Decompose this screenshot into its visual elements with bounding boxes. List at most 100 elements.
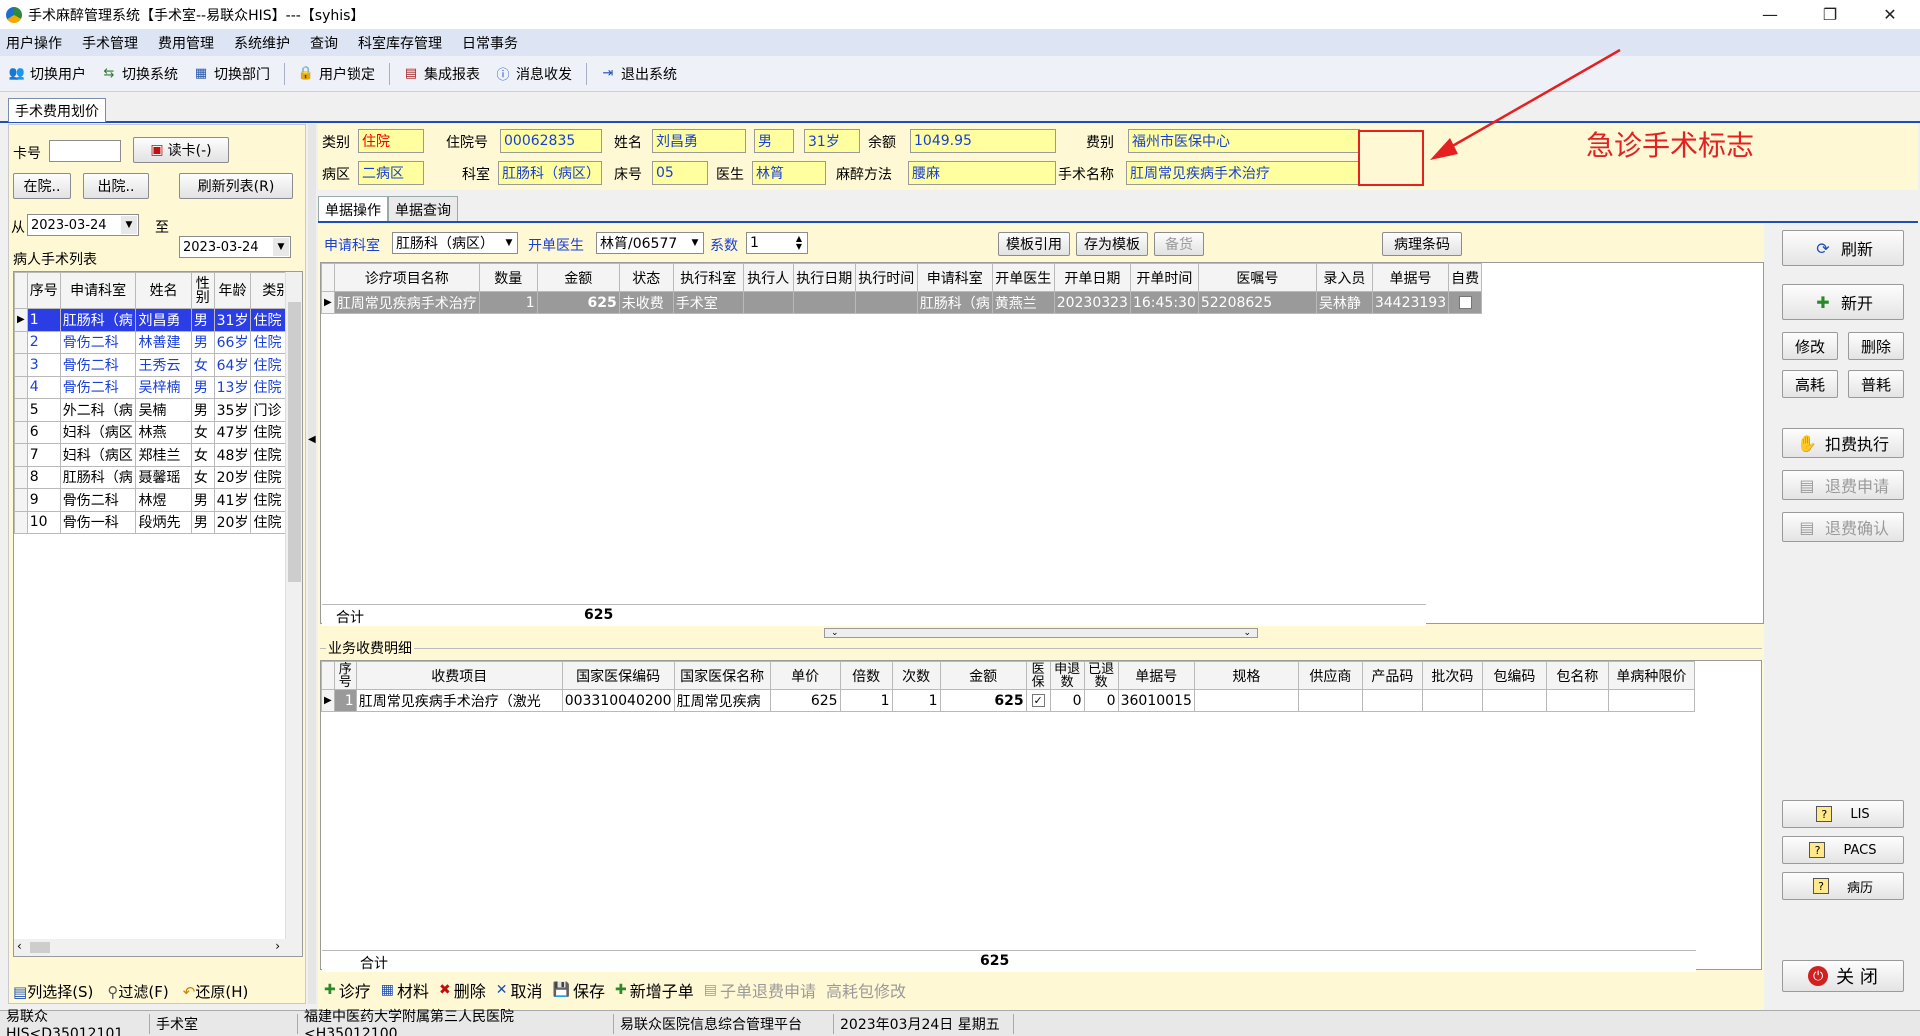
col-name[interactable]: 姓名 [135, 272, 192, 309]
chevron-down-icon[interactable]: ▼ [688, 234, 702, 252]
order-col-header[interactable]: 诊疗项目名称 [333, 263, 480, 292]
col-index[interactable]: 序号 [26, 272, 61, 309]
inhospital-button[interactable]: 在院.. [13, 173, 71, 199]
menu-surgery[interactable]: 手术管理 [82, 33, 138, 53]
fee-col-header[interactable]: 国家医保名称 [673, 661, 771, 690]
order-col-header[interactable]: 医嘱号 [1197, 263, 1317, 292]
order-col-header[interactable]: 开单医生 [991, 263, 1055, 292]
refund-confirm-button[interactable]: ▤ 退费确认 [1782, 512, 1904, 542]
fee-col-header[interactable]: 单据号 [1117, 661, 1195, 690]
tab-document-operation[interactable]: 单据操作 [318, 196, 388, 222]
order-col-header[interactable]: 申请科室 [916, 263, 993, 292]
refresh-button[interactable]: ⟳ 刷新 [1782, 230, 1904, 266]
chevron-down-icon[interactable]: ▼ [121, 216, 137, 234]
fee-col-header[interactable]: 单病种限价 [1607, 661, 1695, 690]
fee-col-header[interactable]: 医保 [1025, 661, 1051, 690]
order-col-header[interactable]: 金额 [536, 263, 620, 292]
read-card-button[interactable]: ▣ 读卡(-) [133, 137, 229, 163]
delete-button[interactable]: 删除 [1848, 332, 1904, 360]
scroll-right-icon[interactable]: › [275, 939, 280, 953]
discharged-button[interactable]: 出院.. [83, 173, 149, 199]
switch-user-button[interactable]: 👥 切换用户 [8, 64, 86, 84]
new-button[interactable]: ✚ 新开 [1782, 284, 1904, 320]
table-row[interactable]: 4 骨伤二科 吴梓楠男 13岁 住院 [14, 375, 302, 399]
add-sub-order-button[interactable]: ✚ 新增子单 [615, 978, 694, 1002]
minimize-icon[interactable]: — [1740, 0, 1800, 29]
restore-button[interactable]: ↶还原(H) [183, 981, 249, 1002]
filter-button[interactable]: ⚲过滤(F) [107, 981, 168, 1002]
order-col-header[interactable]: 执行日期 [792, 263, 856, 292]
self-pay-checkbox[interactable] [1458, 296, 1472, 309]
fee-col-header[interactable]: 序号 [333, 661, 357, 690]
order-col-header[interactable]: 单据号 [1371, 263, 1450, 292]
fee-col-header[interactable]: 次数 [891, 661, 941, 690]
date-to-picker[interactable]: 2023-03-24 ▼ [179, 236, 291, 258]
fee-col-header[interactable]: 国家医保编码 [561, 661, 675, 690]
pacs-button[interactable]: ? PACS [1782, 836, 1904, 864]
restore-icon[interactable]: ❐ [1800, 0, 1860, 29]
fee-col-header[interactable]: 倍数 [839, 661, 893, 690]
tab-surgery-fee[interactable]: 手术费用划价 [8, 98, 106, 122]
close-window-icon[interactable]: ✕ [1860, 0, 1920, 29]
table-row[interactable]: 9 骨伤二科 林煜男 41岁 住院 [14, 488, 302, 512]
high-cost-button[interactable]: 高耗 [1782, 370, 1838, 398]
fee-col-header[interactable]: 包名称 [1545, 661, 1609, 690]
fee-col-header[interactable]: 包编码 [1481, 661, 1547, 690]
lock-user-button[interactable]: 🔒 用户锁定 [297, 64, 375, 84]
col-dept[interactable]: 申请科室 [59, 272, 137, 309]
fee-col-header[interactable]: 收费项目 [355, 661, 563, 690]
order-col-header[interactable]: 录入员 [1315, 263, 1373, 292]
column-select-button[interactable]: ▤列选择(S) [13, 981, 93, 1002]
add-treatment-button[interactable]: ✚ 诊疗 [324, 978, 371, 1002]
order-col-header[interactable]: 执行科室 [672, 263, 744, 292]
save-template-button[interactable]: 存为模板 [1076, 232, 1148, 256]
fee-col-header[interactable]: 已退数 [1083, 661, 1119, 690]
table-row[interactable]: 10 骨伤一科 段炳先男 20岁 住院 [14, 510, 302, 534]
order-col-header[interactable]: 开单日期 [1053, 263, 1131, 292]
fee-col-header[interactable]: 规格 [1193, 661, 1299, 690]
table-row[interactable]: 2 骨伤二科 林善建男 66岁 住院 [14, 330, 302, 354]
charge-execute-button[interactable]: ✋ 扣费执行 [1782, 428, 1904, 458]
high-cost-edit-button[interactable]: 高耗包修改 [826, 978, 906, 1002]
table-row[interactable]: ▶ 1 肛周常见疾病手术治疗（激光 003310040200 肛周常见疾病 625 1 1 62… [321, 689, 1695, 712]
fee-col-header[interactable]: 批次码 [1421, 661, 1483, 690]
close-button[interactable]: ⏻ 关 闭 [1782, 960, 1904, 992]
table-row[interactable]: 5 外二科（病 吴楠男 35岁 门诊 [14, 398, 302, 422]
order-col-header[interactable]: 自费 [1448, 263, 1483, 292]
splitter[interactable]: ◀ [308, 124, 316, 1004]
menu-query[interactable]: 查询 [310, 33, 338, 53]
stepper-arrows-icon[interactable]: ▲ ▼ [792, 234, 806, 252]
fee-col-header[interactable]: 供应商 [1297, 661, 1363, 690]
backup-button[interactable]: 备货 [1154, 232, 1204, 256]
pathology-barcode-button[interactable]: 病理条码 [1382, 232, 1462, 256]
col-gender[interactable]: 性别 [190, 272, 215, 309]
add-material-button[interactable]: ▦ 材料 [381, 978, 429, 1002]
order-col-header[interactable]: 执行时间 [854, 263, 918, 292]
order-doctor-select[interactable]: 林筲/06577 ▼ [596, 232, 704, 254]
menu-user-ops[interactable]: 用户操作 [6, 33, 62, 53]
menu-stock[interactable]: 科室库存管理 [358, 33, 442, 53]
table-row[interactable]: 6 妇科（病区 林燕女 47岁 住院 [14, 420, 302, 444]
modify-button[interactable]: 修改 [1782, 332, 1838, 360]
date-from-picker[interactable]: 2023-03-24 ▼ [27, 214, 139, 236]
collapse-down-icon[interactable]: ⌄ [831, 628, 839, 638]
menu-system[interactable]: 系统维护 [234, 33, 290, 53]
hscroll-thumb[interactable] [30, 942, 50, 953]
normal-cost-button[interactable]: 普耗 [1848, 370, 1904, 398]
menu-fee[interactable]: 费用管理 [158, 33, 214, 53]
order-col-header[interactable]: 状态 [618, 263, 674, 292]
collapse-down-icon[interactable]: ⌄ [1243, 628, 1251, 638]
cancel-button[interactable]: ✕ 取消 [496, 978, 543, 1002]
menu-daily[interactable]: 日常事务 [462, 33, 518, 53]
table-row[interactable]: 7 妇科（病区 郑桂兰女 48岁 住院 [14, 443, 302, 467]
sub-refund-apply-button[interactable]: ▤ 子单退费申请 [704, 978, 816, 1002]
emr-button[interactable]: ? 病历 [1782, 872, 1904, 900]
table-row[interactable]: ▶ 1 肛肠科（病 刘昌勇男 31岁 住院 [14, 308, 302, 332]
scrollbar-thumb[interactable] [288, 302, 301, 582]
exit-system-button[interactable]: ⇥ 退出系统 [599, 64, 677, 84]
report-button[interactable]: ▤ 集成报表 [402, 64, 480, 84]
messages-button[interactable]: ⓘ 消息收发 [494, 64, 572, 84]
delete-item-button[interactable]: ✖ 删除 [439, 978, 486, 1002]
table-row[interactable]: 8 肛肠科（病 聂馨瑶女 20岁 住院 [14, 465, 302, 489]
refund-apply-button[interactable]: ▤ 退费申请 [1782, 470, 1904, 500]
